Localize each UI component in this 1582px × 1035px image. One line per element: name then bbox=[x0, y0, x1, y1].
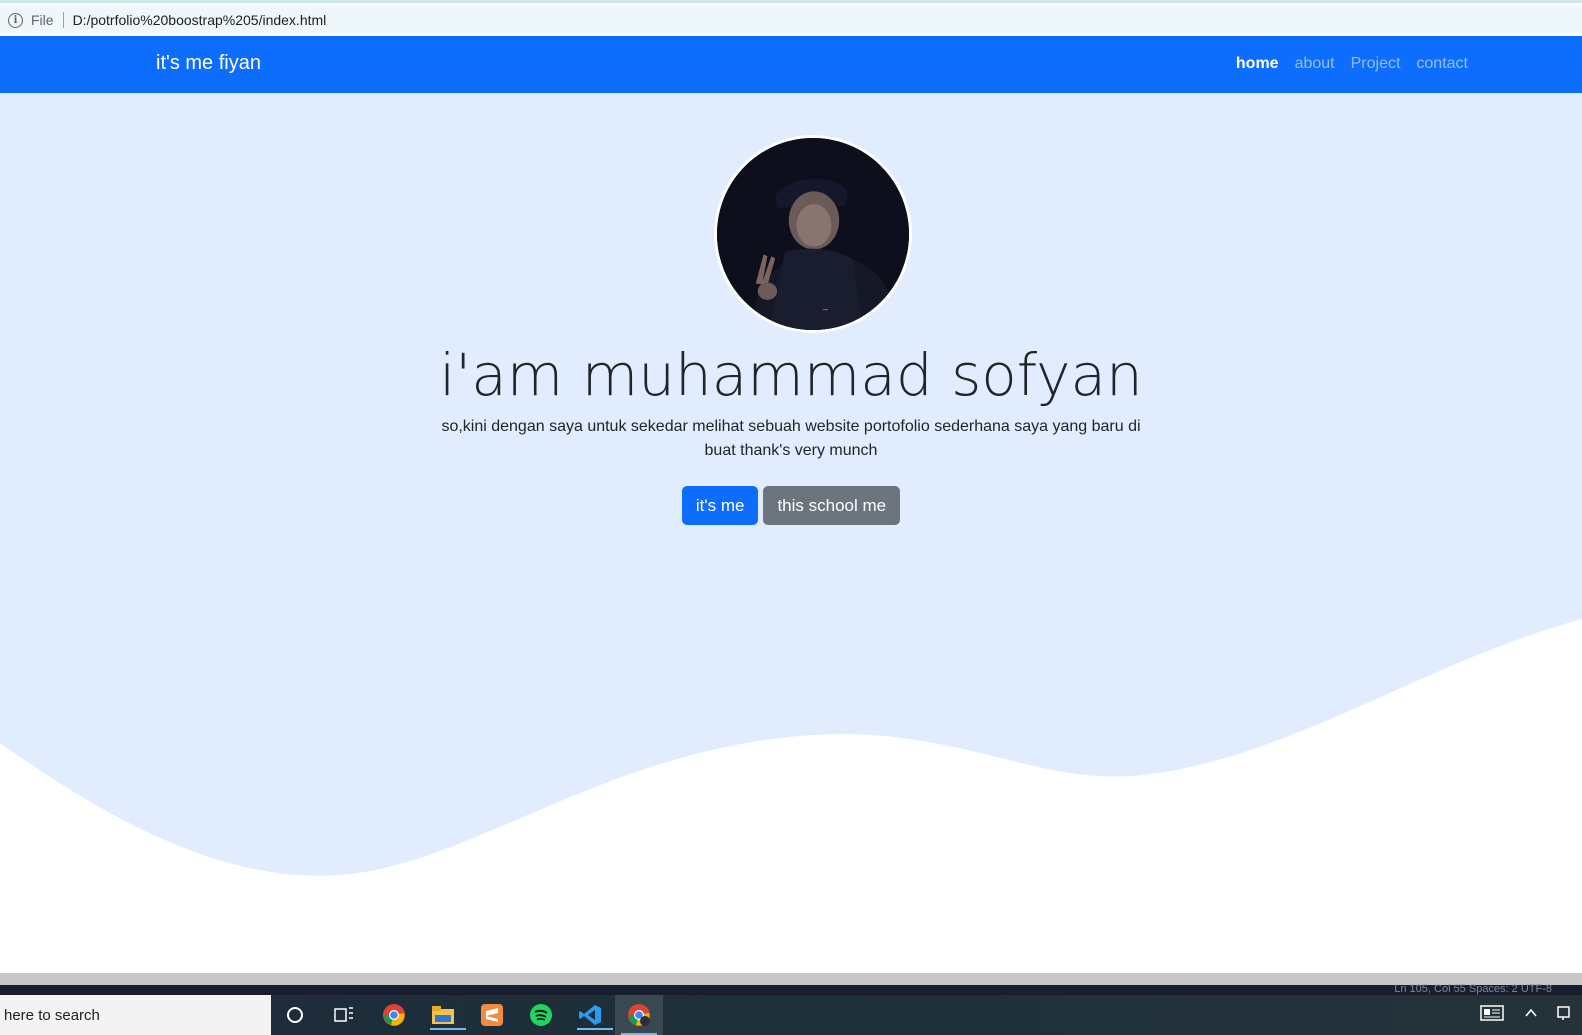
url-text[interactable]: D:/potrfolio%20boostrap%205/index.html bbox=[73, 12, 327, 28]
editor-status-text: Ln 105, Col 55 Spaces: 2 UTF-8 bbox=[1394, 983, 1552, 995]
omnibox[interactable]: i File D:/potrfolio%20boostrap%205/index… bbox=[0, 6, 1582, 34]
window-scrollbar[interactable] bbox=[0, 973, 1582, 985]
svg-text:~: ~ bbox=[822, 306, 829, 316]
active-indicator bbox=[430, 1028, 466, 1030]
taskbar-search[interactable]: here to search bbox=[0, 995, 271, 1035]
vscode-icon[interactable] bbox=[575, 1000, 613, 1030]
browser-address-bar: i File D:/potrfolio%20boostrap%205/index… bbox=[0, 0, 1582, 36]
hero-title: i'am muhammad sofyan bbox=[439, 341, 1143, 409]
network-icon[interactable] bbox=[1556, 1004, 1576, 1025]
nav-links: home about Project contact bbox=[1236, 55, 1468, 73]
active-indicator bbox=[577, 1028, 613, 1030]
nav-link-about[interactable]: about bbox=[1295, 55, 1335, 73]
hero-buttons: it's me this school me bbox=[0, 486, 1582, 525]
navbar-brand[interactable]: it's me fiyan bbox=[156, 52, 261, 75]
news-widget-icon[interactable] bbox=[1480, 1004, 1504, 1025]
its-me-button[interactable]: it's me bbox=[681, 486, 759, 525]
profile-photo-image: ~ bbox=[717, 138, 909, 330]
hero-section: ~ i'am muhammad sofyan so,kini dengan sa… bbox=[0, 93, 1582, 973]
editor-status-bar bbox=[0, 985, 1582, 995]
taskbar-search-placeholder: here to search bbox=[4, 1006, 100, 1024]
windows-taskbar: here to search bbox=[0, 995, 1582, 1035]
profile-photo: ~ bbox=[714, 135, 912, 333]
this-school-me-button[interactable]: this school me bbox=[763, 486, 901, 525]
hero-description: so,kini dengan saya untuk sekedar meliha… bbox=[441, 418, 1141, 459]
nav-link-project[interactable]: Project bbox=[1351, 55, 1401, 73]
chrome-profile-icon[interactable] bbox=[615, 995, 663, 1035]
chrome-icon[interactable] bbox=[379, 1000, 409, 1030]
cortana-icon[interactable] bbox=[280, 1000, 310, 1030]
chevron-up-icon[interactable] bbox=[1524, 1004, 1538, 1025]
task-view-icon[interactable] bbox=[329, 1000, 359, 1030]
file-explorer-icon[interactable] bbox=[428, 1000, 466, 1030]
spotify-icon[interactable] bbox=[526, 1000, 556, 1030]
file-label: File bbox=[31, 12, 54, 28]
separator bbox=[62, 12, 64, 28]
navbar: it's me fiyan home about Project contact bbox=[0, 36, 1582, 93]
nav-link-home[interactable]: home bbox=[1236, 55, 1279, 73]
info-icon[interactable]: i bbox=[8, 12, 23, 28]
nav-link-contact[interactable]: contact bbox=[1416, 55, 1468, 73]
sublime-icon[interactable] bbox=[477, 1000, 507, 1030]
